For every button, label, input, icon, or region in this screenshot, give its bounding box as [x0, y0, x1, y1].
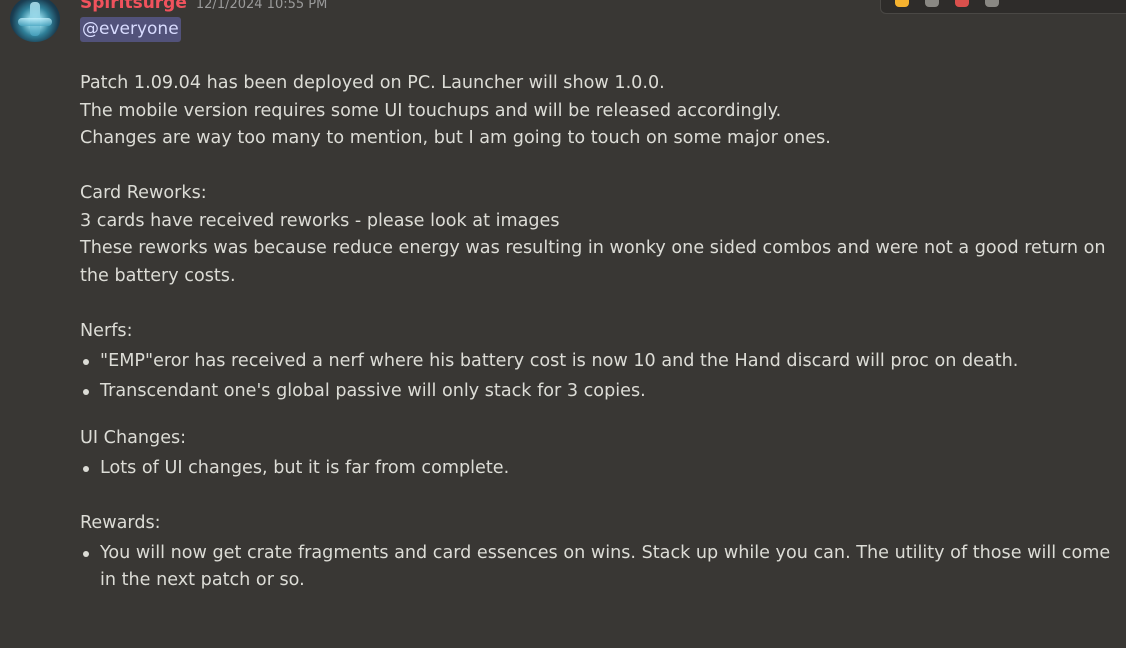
reply-icon[interactable]: [925, 0, 939, 7]
list-item: Transcendant one's global passive will o…: [80, 378, 1120, 406]
list-item: You will now get crate fragments and car…: [80, 540, 1120, 595]
rewards-list: You will now get crate fragments and car…: [80, 540, 1120, 595]
more-options-icon[interactable]: [985, 0, 999, 7]
list-item: "EMP"eror has received a nerf where his …: [80, 348, 1120, 376]
card-reworks-line: 3 cards have received reworks - please l…: [80, 210, 560, 231]
author-name[interactable]: Spiritsurge: [80, 0, 187, 13]
section-heading-rewards: Rewards:: [80, 512, 161, 533]
message-content: Patch 1.09.04 has been deployed on PC. L…: [80, 70, 1120, 597]
section-heading-card-reworks: Card Reworks:: [80, 183, 207, 203]
everyone-mention[interactable]: @everyone: [80, 17, 181, 42]
section-heading-ui-changes: UI Changes:: [80, 428, 187, 448]
intro-line: Changes are way too many to mention, but…: [80, 128, 831, 148]
user-avatar[interactable]: [10, 0, 60, 42]
chat-message: Spiritsurge 12/1/2024 10:55 PM @everyone…: [0, 0, 1126, 648]
message-header: Spiritsurge 12/1/2024 10:55 PM: [80, 0, 327, 13]
card-reworks-line: These reworks was because reduce energy …: [80, 238, 1106, 286]
ui-changes-list: Lots of UI changes, but it is far from c…: [80, 455, 1120, 483]
add-reaction-icon[interactable]: [895, 0, 909, 7]
reaction-icon[interactable]: [955, 0, 969, 7]
section-heading-nerfs: Nerfs:: [80, 320, 133, 341]
nerfs-list: "EMP"eror has received a nerf where his …: [80, 348, 1120, 406]
message-timestamp[interactable]: 12/1/2024 10:55 PM: [196, 0, 327, 12]
intro-line: The mobile version requires some UI touc…: [80, 100, 782, 121]
list-item: Lots of UI changes, but it is far from c…: [80, 455, 1120, 483]
message-hover-toolbar: [880, 0, 1126, 14]
intro-line: Patch 1.09.04 has been deployed on PC. L…: [80, 73, 665, 93]
